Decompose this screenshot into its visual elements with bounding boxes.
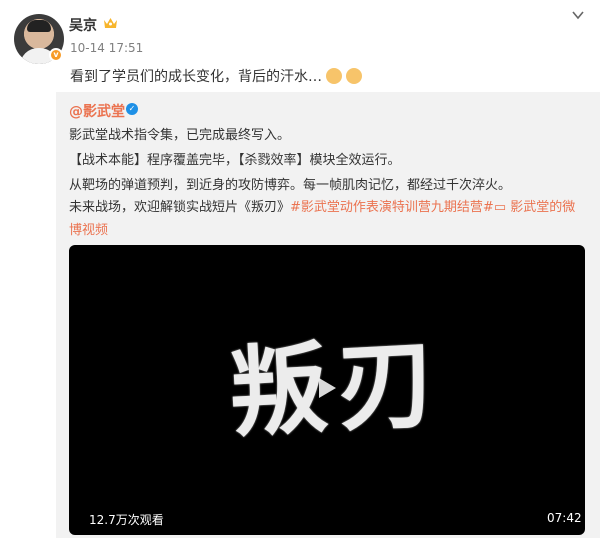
chevron-down-icon[interactable] (572, 10, 584, 20)
hashtag-link[interactable]: #影武堂动作表演特训营九期结营# (290, 200, 494, 215)
post-timestamp[interactable]: 10-14 17:51 (70, 41, 143, 55)
crown-icon (104, 18, 117, 28)
video-link-icon[interactable]: ▭ (494, 200, 506, 215)
repost-line-2: 【战术本能】程序覆盖完毕，【杀戮效率】模块全效运行。 (69, 153, 401, 168)
weibo-video-link[interactable]: 影武堂的微 (506, 200, 575, 215)
thumbs-up-emoji-icon (326, 68, 342, 84)
post-text-content: 看到了学员们的成长变化，背后的汗水… (70, 69, 322, 85)
post-text: 看到了学员们的成长变化，背后的汗水… (70, 66, 362, 86)
video-duration: 07:42 (547, 511, 582, 525)
verified-badge-icon: v (49, 48, 63, 62)
repost-author[interactable]: @影武堂 (69, 101, 125, 121)
avatar-hair (27, 20, 51, 32)
view-count: 12.7万次观看 (89, 513, 164, 527)
video-player[interactable]: 叛刃 12.7万次观看 07:42 (69, 245, 585, 535)
repost-line-1: 影武堂战术指令集，已完成最终写入。 (69, 128, 291, 143)
weibo-post-card: v 吴京 10-14 17:51 看到了学员们的成长变化，背后的汗水… @影武堂… (0, 0, 600, 538)
video-title: 叛刃 (226, 325, 449, 452)
weibo-video-link-cont[interactable]: 博视频 (69, 219, 108, 238)
play-icon[interactable] (317, 377, 337, 399)
repost-line-4-text: 未来战场，欢迎解锁实战短片《叛刃》 (69, 200, 291, 215)
username[interactable]: 吴京 (69, 15, 97, 35)
repost-line-4: 未来战场，欢迎解锁实战短片《叛刃》#影武堂动作表演特训营九期结营#▭ 影武堂的微 (69, 196, 575, 215)
repost-verified-icon: ✓ (126, 103, 138, 115)
repost-line-3: 从靶场的弹道预判，到近身的攻防博弈。每一帧肌肉记忆，都经过千次淬火。 (69, 178, 512, 193)
fist-emoji-icon (346, 68, 362, 84)
